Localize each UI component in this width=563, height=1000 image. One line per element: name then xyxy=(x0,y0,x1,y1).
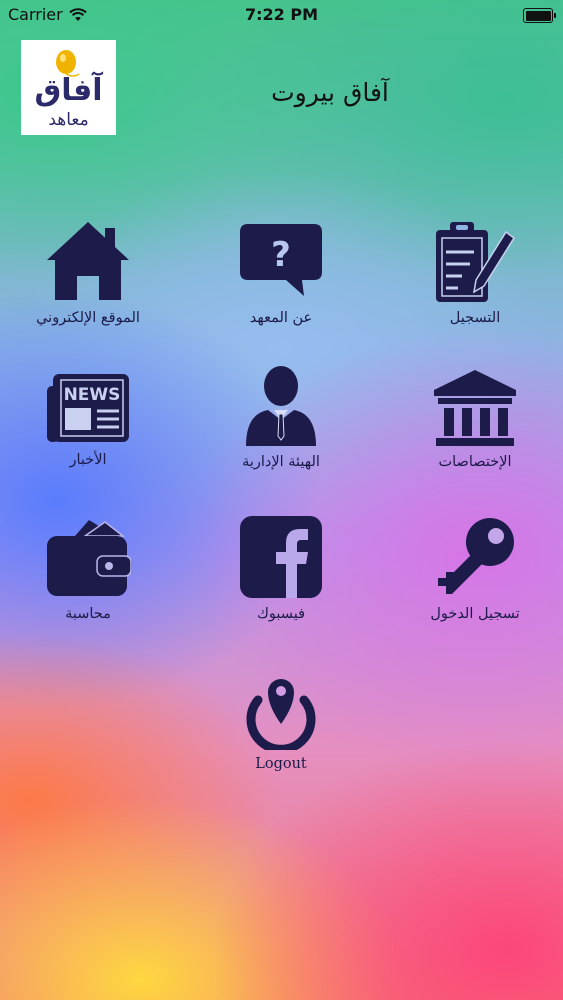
location-power-icon xyxy=(246,679,316,750)
facebook-icon xyxy=(240,516,322,598)
wallet-icon xyxy=(47,520,131,596)
app-header: آفاق معاهد آفاق بيروت xyxy=(0,40,563,136)
menu-item-label: تسجيل الدخول xyxy=(430,606,520,622)
menu-item-website[interactable]: الموقع الإلكتروني xyxy=(3,220,173,326)
menu-item-label: الإختصاصات xyxy=(438,454,512,470)
svg-text:NEWS: NEWS xyxy=(64,385,121,405)
menu-item-label: فيسبوك xyxy=(256,606,306,622)
menu-item-facebook[interactable]: فيسبوك xyxy=(196,516,366,622)
menu-item-news[interactable]: NEWS الأخبار xyxy=(3,372,173,468)
menu-item-label: التسجيل xyxy=(449,310,501,326)
key-icon xyxy=(438,518,514,594)
battery-icon xyxy=(523,8,556,23)
menu-item-label: الموقع الإلكتروني xyxy=(36,310,140,326)
menu-item-label: عن المعهد xyxy=(249,310,313,326)
question-bubble-icon: ? xyxy=(240,224,322,296)
menu-item-registration[interactable]: التسجيل xyxy=(390,220,560,326)
newspaper-icon: NEWS xyxy=(47,374,129,442)
menu-item-administration[interactable]: الهيئة الإدارية xyxy=(196,364,366,470)
menu-item-label: Logout xyxy=(255,756,307,772)
logo-main-text: آفاق xyxy=(34,73,103,108)
menu-item-accounting[interactable]: محاسبة xyxy=(3,516,173,622)
app-logo: آفاق معاهد xyxy=(21,40,116,135)
svg-text:?: ? xyxy=(271,235,291,275)
clipboard-pencil-icon xyxy=(436,222,516,302)
logo-sub-text: معاهد xyxy=(48,110,89,130)
menu-item-label: الهيئة الإدارية xyxy=(242,454,320,470)
institution-icon xyxy=(434,370,516,446)
menu-item-label: الأخبار xyxy=(69,452,107,468)
menu-item-label: محاسبة xyxy=(65,606,111,622)
menu-item-specializations[interactable]: الإختصاصات xyxy=(390,368,560,470)
businessman-icon xyxy=(246,366,316,446)
menu-item-login[interactable]: تسجيل الدخول xyxy=(390,516,560,622)
page-title: آفاق بيروت xyxy=(271,78,389,107)
home-icon xyxy=(47,222,129,300)
status-time: 7:22 PM xyxy=(244,5,318,24)
menu-item-logout[interactable]: Logout xyxy=(196,662,366,772)
status-bar: Carrier 7:22 PM xyxy=(0,0,563,30)
menu-item-about[interactable]: ? عن المعهد xyxy=(196,220,366,326)
